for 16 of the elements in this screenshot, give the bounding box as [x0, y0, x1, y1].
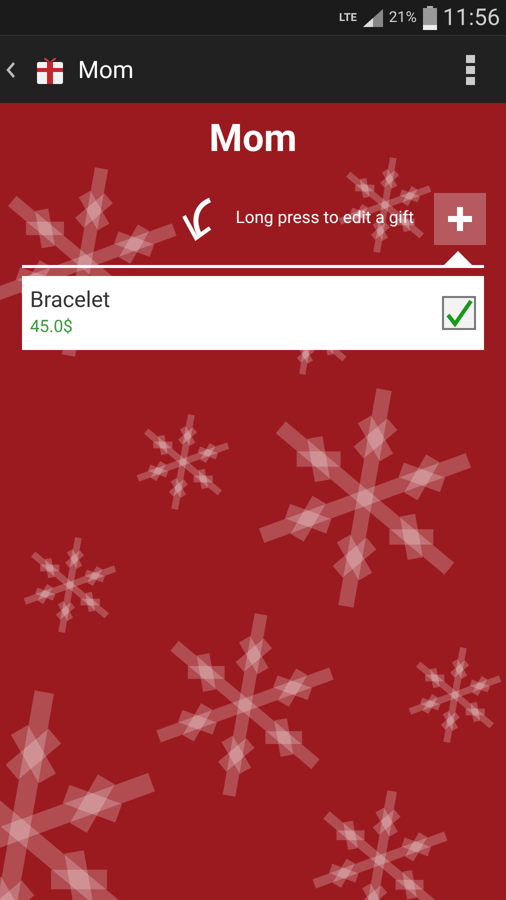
battery-icon: [422, 6, 437, 30]
page-heading: Mom: [208, 116, 298, 163]
checkmark-icon: [445, 299, 473, 327]
network-type: LTE: [339, 12, 357, 23]
plus-icon: [448, 207, 472, 231]
clock: 11:56: [442, 6, 500, 29]
hint-text: Long press to edit a gift: [236, 207, 414, 230]
signal-icon: [362, 8, 383, 26]
checkbox[interactable]: [442, 296, 476, 330]
back-icon[interactable]: [6, 60, 16, 78]
gift-price: 45.0$: [30, 316, 74, 339]
battery-percent: 21%: [388, 10, 417, 25]
gift-name: Bracelet: [30, 287, 112, 315]
add-button[interactable]: [434, 193, 486, 245]
overflow-menu-icon[interactable]: [466, 54, 476, 84]
app-title: Mom: [78, 54, 134, 86]
